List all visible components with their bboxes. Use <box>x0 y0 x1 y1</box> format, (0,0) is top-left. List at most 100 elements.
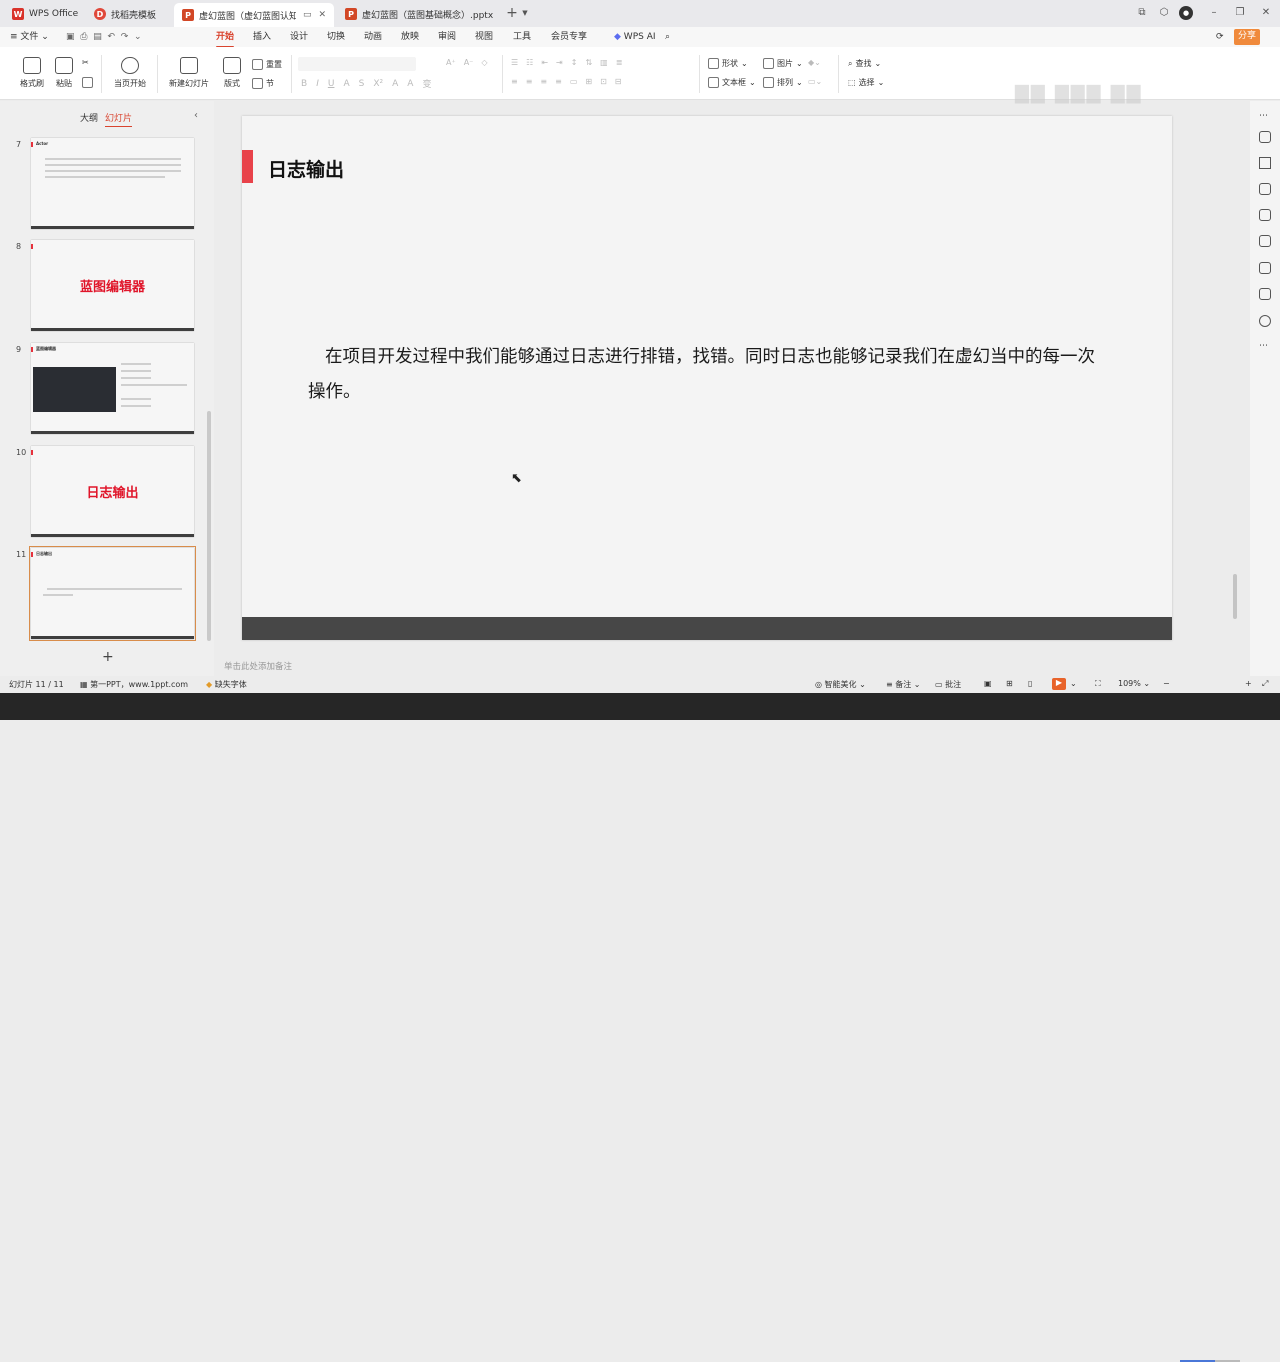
slide-thumbnail-7[interactable]: Actor <box>31 138 194 229</box>
line-spacing-icon[interactable]: ↕ <box>571 58 578 67</box>
font-color-icon[interactable]: A <box>392 79 398 89</box>
tab-outline[interactable]: 大纲 <box>80 111 98 124</box>
menu-design[interactable]: 设计 <box>290 30 308 45</box>
comments-toggle[interactable]: ▭ 批注 <box>935 679 961 690</box>
tab-current-pptx[interactable]: P 虚幻蓝图（虚幻蓝图认知）.pp ▭ ✕ <box>174 3 334 27</box>
distribute-icon[interactable]: ▭ <box>570 77 578 86</box>
save-icon[interactable]: ▣ <box>66 32 75 42</box>
bullets-icon[interactable]: ☰ <box>511 58 518 67</box>
zoom-level[interactable]: 109% ⌄ <box>1118 679 1150 688</box>
text-direction-icon[interactable]: ⇅ <box>585 58 592 67</box>
shrink-font-icon[interactable]: A⁻ <box>464 58 474 67</box>
slide-canvas[interactable]: 日志输出 在项目开发过程中我们能够通过日志进行排错，找错。同时日志也能够记录我们… <box>242 116 1172 640</box>
numbering-icon[interactable]: ☷ <box>526 58 533 67</box>
menu-member[interactable]: 会员专享 <box>551 30 587 45</box>
textbox-button[interactable]: 文本框 ⌄ <box>708 77 756 88</box>
slide-thumbnail-11[interactable]: 日志输出 <box>29 546 196 641</box>
menu-review[interactable]: 审阅 <box>438 30 456 45</box>
collapse-panel-icon[interactable]: ‹ <box>194 110 198 121</box>
smart-beautify-button[interactable]: ◎ 智能美化 ⌄ <box>815 679 866 690</box>
paste-button[interactable]: 粘贴 <box>47 57 81 89</box>
align-text-icon[interactable]: ≣ <box>616 58 623 67</box>
chevron-down-icon[interactable]: ⌄ <box>1070 679 1077 688</box>
section-button[interactable]: 节 <box>252 78 274 89</box>
play-slideshow-icon[interactable]: ▶ <box>1052 678 1066 690</box>
undo-icon[interactable]: ↶ <box>107 32 115 42</box>
zoom-out-icon[interactable]: − <box>1163 679 1170 688</box>
notes-toggle[interactable]: ≡ 备注 ⌄ <box>886 679 921 690</box>
shape-button[interactable]: 形状 ⌄ <box>708 58 748 69</box>
minimize-icon[interactable]: – <box>1207 6 1221 20</box>
cut-icon[interactable]: ✂ <box>82 58 89 67</box>
star-icon[interactable] <box>1259 157 1271 169</box>
redo-icon[interactable]: ↷ <box>121 32 129 42</box>
slide-thumbnail-10[interactable]: 日志输出 <box>31 446 194 537</box>
highlight-icon[interactable]: A <box>407 79 413 89</box>
more-options-icon[interactable]: ⋯ <box>1259 341 1271 353</box>
chevron-down-icon[interactable]: ▼ <box>518 6 532 20</box>
format-painter-button[interactable]: 格式刷 <box>15 57 49 89</box>
crop-icon[interactable] <box>1259 288 1271 300</box>
smartart-icon[interactable]: ⊟ <box>615 77 622 86</box>
slide-body-text[interactable]: 在项目开发过程中我们能够通过日志进行排错，找错。同时日志也能够记录我们在虚幻当中… <box>308 340 1098 410</box>
menu-view[interactable]: 视图 <box>475 30 493 45</box>
tab-other-pptx[interactable]: P 虚幻蓝图（蓝图基础概念）.pptx <box>337 3 497 25</box>
missing-font-button[interactable]: ◆ 缺失字体 <box>206 679 247 690</box>
clear-format-icon[interactable]: ◇ <box>481 58 487 67</box>
close-tab-icon[interactable]: ✕ <box>318 10 326 20</box>
more-icon[interactable]: ⋯ <box>1259 111 1271 123</box>
shadow-icon[interactable]: S <box>359 79 365 89</box>
theme-name[interactable]: ▦ 第一PPT，www.1ppt.com <box>80 679 188 690</box>
help-icon[interactable] <box>1259 315 1271 327</box>
italic-icon[interactable]: I <box>316 79 319 89</box>
menu-animations[interactable]: 动画 <box>364 30 382 45</box>
fullscreen-icon[interactable]: ⤢ <box>1262 679 1268 689</box>
tools-icon[interactable] <box>1259 235 1271 247</box>
reset-button[interactable]: 重置 <box>252 59 282 70</box>
transform-icon[interactable] <box>1259 183 1271 195</box>
font-family-select[interactable] <box>298 57 416 71</box>
add-slide-button[interactable]: + <box>102 649 114 665</box>
print-icon[interactable]: ▤ <box>93 32 102 42</box>
char-spacing-icon[interactable]: 变 <box>422 77 431 90</box>
bold-icon[interactable]: B <box>301 79 307 89</box>
align-center-icon[interactable]: ≡ <box>526 77 533 86</box>
justify-icon[interactable]: ≡ <box>555 77 562 86</box>
restore-icon[interactable]: ❐ <box>1233 6 1247 20</box>
close-window-icon[interactable]: ✕ <box>1259 6 1273 20</box>
share-button[interactable]: 分享 <box>1234 29 1261 45</box>
tab-wps-office[interactable]: W WPS Office <box>4 3 84 25</box>
print-preview-icon[interactable]: ⎙ <box>80 32 87 42</box>
reading-view-icon[interactable]: ▯ <box>1028 679 1032 688</box>
select-button[interactable]: ⬚ 选择 ⌄ <box>848 77 884 88</box>
avatar[interactable]: ● <box>1179 6 1193 20</box>
menu-file[interactable]: ≡ 文件 ⌄ <box>10 30 49 45</box>
columns-icon[interactable]: ▥ <box>600 58 608 67</box>
menu-home[interactable]: 开始 <box>216 30 235 48</box>
thumbnail-scrollbar[interactable] <box>207 411 211 641</box>
window-layout-icon[interactable]: ⧉ <box>1135 6 1149 20</box>
superscript-icon[interactable]: X² <box>373 79 383 89</box>
slide-title[interactable]: 日志输出 <box>268 155 344 182</box>
outline-color-icon[interactable]: ▭⌄ <box>808 77 822 86</box>
align-left-icon[interactable]: ≡ <box>511 77 518 86</box>
slide-scrollbar[interactable] <box>1233 574 1237 619</box>
slide-thumbnail-9[interactable]: 蓝图编辑器 <box>31 343 194 434</box>
template-icon[interactable] <box>1259 262 1271 274</box>
underline-icon[interactable]: U <box>328 79 335 89</box>
valign-icon[interactable]: ⊞ <box>585 77 592 86</box>
fill-color-icon[interactable]: ◆⌄ <box>808 58 821 67</box>
play-from-current-button[interactable]: 当页开始 <box>109 57 151 89</box>
zoom-in-icon[interactable]: + <box>1245 679 1252 688</box>
wps-ai-button[interactable]: ◆ WPS AI <box>614 30 656 45</box>
new-tab-icon[interactable]: + <box>505 6 519 20</box>
align-right-icon[interactable]: ≡ <box>540 77 547 86</box>
slide-thumbnail-8[interactable]: 蓝图编辑器 <box>31 240 194 331</box>
settings-sliders-icon[interactable] <box>1259 131 1271 143</box>
arrange-button[interactable]: 排列 ⌄ <box>763 77 803 88</box>
picture-button[interactable]: 图片 ⌄ <box>763 58 803 69</box>
monitor-icon[interactable]: ▭ <box>303 10 312 20</box>
text-box-icon[interactable]: ⊡ <box>600 77 607 86</box>
search-icon[interactable]: ⌕ <box>665 30 670 45</box>
chevron-down-icon[interactable]: ⌄ <box>134 32 142 42</box>
